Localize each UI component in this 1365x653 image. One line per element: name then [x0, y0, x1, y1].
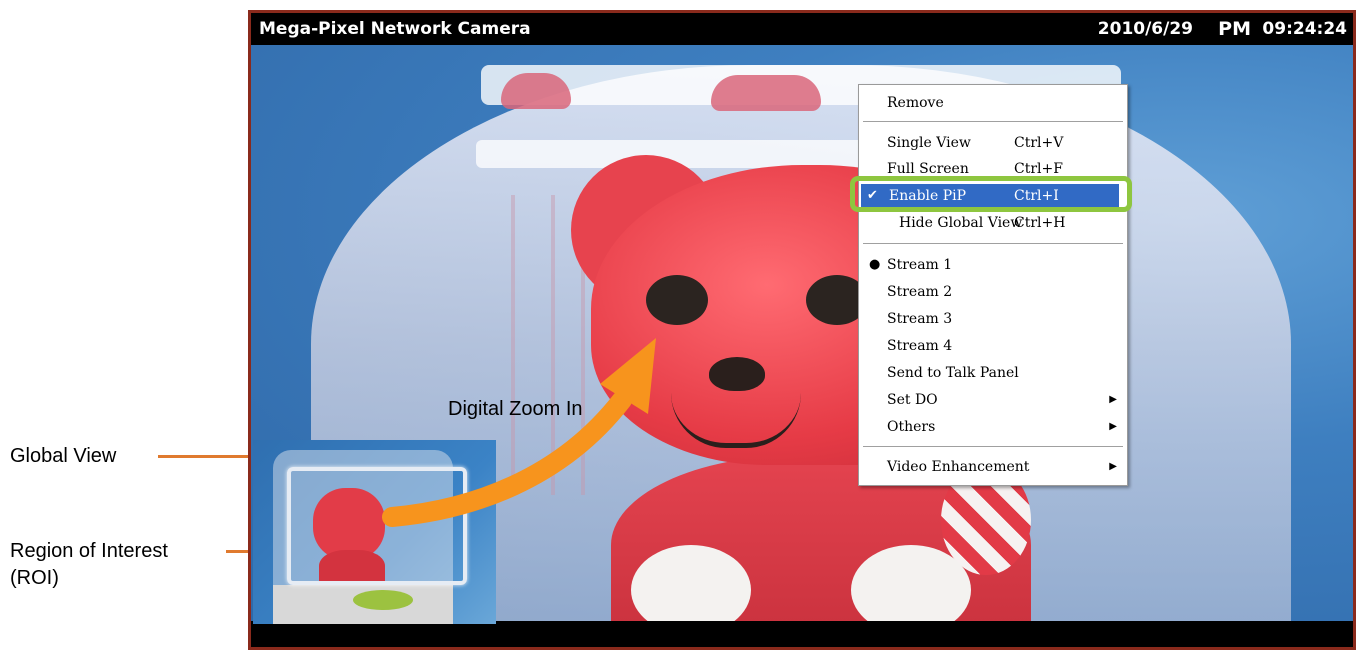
menu-item-shortcut: Ctrl+H — [1014, 215, 1066, 231]
menu-item-label: Stream 3 — [887, 311, 953, 327]
menu-item-video-enhancement[interactable]: Video Enhancement ▶ — [859, 455, 1127, 479]
roi-label-abbrev: (ROI) — [10, 567, 59, 589]
stripe-decoration — [551, 195, 555, 495]
camera-time: 09:24:24 — [1262, 19, 1347, 39]
heart-decoration — [711, 75, 821, 111]
menu-item-label: Others — [887, 419, 936, 435]
digital-zoom-label: Digital Zoom In — [448, 398, 583, 420]
menu-item-stream-2[interactable]: Stream 2 — [859, 280, 1127, 304]
menu-item-hide-global-view[interactable]: Hide Global View Ctrl+H — [859, 211, 1127, 235]
menu-item-label: Stream 4 — [887, 338, 953, 354]
menu-item-others[interactable]: Others ▶ — [859, 415, 1127, 439]
pip-grass — [353, 590, 413, 610]
camera-ampm: PM — [1218, 18, 1251, 40]
menu-item-remove[interactable]: Remove — [859, 91, 1127, 115]
enable-pip-highlight-ring — [850, 176, 1132, 212]
bear-eye-left — [646, 275, 708, 325]
menu-item-label: Set DO — [887, 392, 938, 408]
stripe-decoration — [511, 195, 515, 495]
menu-item-label: Video Enhancement — [887, 459, 1030, 475]
menu-item-send-to-talk-panel[interactable]: Send to Talk Panel — [859, 361, 1127, 385]
camera-footer — [251, 621, 1353, 647]
context-menu: Remove Single View Ctrl+V Full Screen Ct… — [858, 84, 1128, 486]
pip-global-view[interactable] — [253, 440, 496, 624]
menu-item-set-do[interactable]: Set DO ▶ — [859, 388, 1127, 412]
global-view-label: Global View — [10, 445, 117, 467]
bear-nose — [709, 357, 765, 391]
camera-titlebar: Mega-Pixel Network Camera 2010/6/29 PM 0… — [251, 13, 1353, 45]
menu-item-stream-3[interactable]: Stream 3 — [859, 307, 1127, 331]
menu-item-label: Stream 1 — [887, 257, 953, 273]
menu-separator — [863, 121, 1123, 123]
heart-decoration — [501, 73, 571, 109]
submenu-arrow-icon: ▶ — [1109, 461, 1117, 472]
menu-item-single-view[interactable]: Single View Ctrl+V — [859, 131, 1127, 155]
global-view-callout-line — [158, 455, 258, 458]
menu-separator — [863, 446, 1123, 448]
submenu-arrow-icon: ▶ — [1109, 421, 1117, 432]
menu-item-stream-4[interactable]: Stream 4 — [859, 334, 1127, 358]
menu-item-label: Stream 2 — [887, 284, 953, 300]
camera-title: Mega-Pixel Network Camera — [259, 19, 531, 39]
roi-label: Region of Interest — [10, 540, 168, 562]
roi-selection-box[interactable] — [287, 467, 467, 585]
submenu-arrow-icon: ▶ — [1109, 394, 1117, 405]
menu-item-label: Remove — [887, 95, 944, 111]
menu-separator — [863, 243, 1123, 245]
menu-item-stream-1[interactable]: ● Stream 1 — [859, 253, 1127, 277]
camera-date: 2010/6/29 — [1097, 19, 1193, 39]
menu-item-label: Send to Talk Panel — [887, 365, 1019, 381]
menu-item-shortcut: Ctrl+V — [1014, 135, 1064, 151]
menu-item-label: Hide Global View — [899, 215, 1023, 231]
radio-dot-icon: ● — [869, 257, 881, 272]
menu-item-label: Single View — [887, 135, 971, 151]
